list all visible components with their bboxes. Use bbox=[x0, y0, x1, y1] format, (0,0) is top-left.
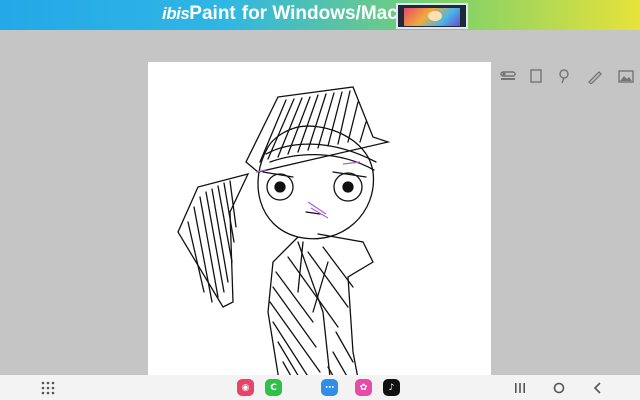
ad-brand: ibis Paint for Windows/Mac bbox=[162, 3, 398, 25]
ad-brand-ibis: ibis bbox=[162, 4, 190, 23]
back-nav-icon[interactable] bbox=[589, 379, 607, 397]
ad-banner[interactable]: ibis Paint for Windows/Mac bbox=[0, 0, 640, 30]
brush-icon[interactable] bbox=[587, 68, 603, 85]
camera-app-icon[interactable]: ◉ bbox=[237, 379, 254, 396]
workspace bbox=[0, 30, 640, 400]
preview-face bbox=[428, 11, 442, 21]
flower-app-icon[interactable]: ✿ bbox=[355, 379, 372, 396]
community-app-icon[interactable]: C bbox=[265, 379, 282, 396]
drawing-canvas[interactable] bbox=[148, 62, 491, 400]
sketch-drawing bbox=[177, 86, 391, 400]
image-import-icon[interactable] bbox=[618, 68, 634, 84]
lasso-tool-icon[interactable] bbox=[556, 68, 572, 84]
tiktok-app-icon[interactable]: ♪ bbox=[383, 379, 400, 396]
selection-frame-icon[interactable] bbox=[528, 68, 544, 84]
layer-toggle-icon[interactable] bbox=[500, 68, 516, 84]
home-icon[interactable] bbox=[550, 379, 568, 397]
ad-tagline: for Windows/Mac bbox=[241, 3, 398, 24]
recents-icon[interactable] bbox=[511, 379, 529, 397]
app-drawer-icon[interactable] bbox=[39, 379, 57, 397]
ad-brand-paint: Paint bbox=[189, 3, 236, 24]
messages-app-icon[interactable]: ⋯ bbox=[321, 379, 338, 396]
app-preview-image bbox=[396, 3, 468, 29]
navigation-bar: ◉ C ⋯ ✿ ♪ bbox=[0, 375, 640, 400]
app-screen: ibis Paint for Windows/Mac ◉ C ⋯ ✿ ♪ bbox=[0, 0, 640, 400]
